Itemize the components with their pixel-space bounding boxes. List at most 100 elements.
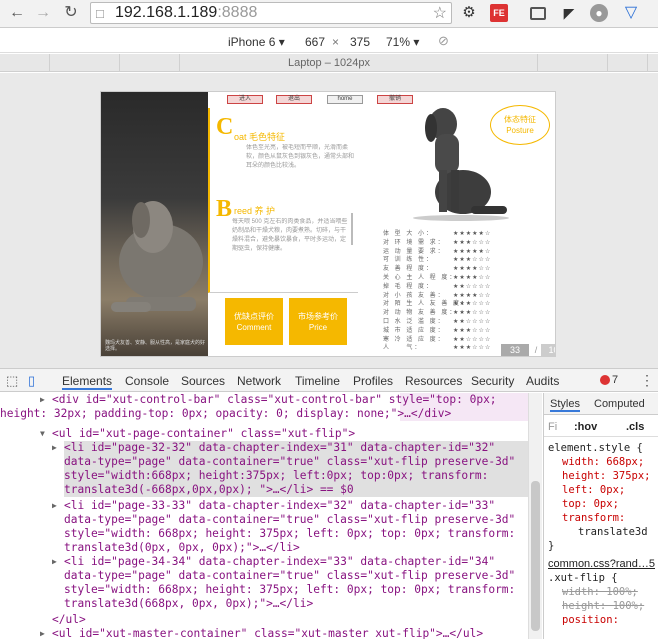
expand-arrow-icon[interactable]: ▶ [52, 555, 57, 569]
tab-elements[interactable]: Elements [62, 374, 113, 390]
gear-icon[interactable]: ⚙ [460, 4, 478, 22]
tab-profiles[interactable]: Profiles [353, 374, 393, 388]
expand-arrow-icon[interactable]: ▶ [52, 441, 57, 455]
trait-stars: ★★★☆☆☆ [453, 239, 492, 246]
viewport-height[interactable]: 375 [350, 35, 370, 49]
more-menu-icon[interactable]: ⋮ [640, 372, 654, 389]
dom-node-line[interactable]: translate3d(0px, 0px, 0px);">…</li> [64, 541, 300, 555]
tab-resources[interactable]: Resources [405, 374, 462, 388]
style-prop-overridden[interactable]: height: 100%; [548, 599, 655, 613]
tab-timeline[interactable]: Timeline [295, 374, 340, 388]
devtools-tabbar: ⬚ ▯ Elements Console Sources Network Timelin… [0, 368, 658, 392]
home-button[interactable]: home [327, 95, 363, 104]
expand-arrow-icon[interactable]: ▶ [40, 393, 45, 407]
tab-audits[interactable]: Audits [526, 374, 559, 388]
trait-stars: ★★☆☆☆☆ [453, 318, 492, 325]
style-prop[interactable]: left: 0px; [548, 483, 655, 497]
dom-node-line[interactable]: data-type="page" data-container="true" c… [64, 455, 528, 470]
viewport-width[interactable]: 667 [305, 35, 325, 49]
fe-extension-icon[interactable]: FE [490, 4, 508, 22]
cast-icon[interactable] [530, 7, 546, 20]
tab-computed[interactable]: Computed [594, 398, 645, 410]
tab-network[interactable]: Network [237, 374, 281, 388]
back-icon[interactable]: ← [8, 4, 26, 22]
browser-toolbar: ← → ↻ □ 192.168.1.189:8888 ☆ ⚙ FE ◤ ● ▽ [0, 0, 658, 28]
inspect-icon[interactable]: ⬚ [6, 373, 18, 389]
trait-stars: ★★☆☆☆☆ [453, 336, 492, 343]
zoom-select[interactable]: 71% ▾ [386, 35, 419, 49]
device-select[interactable]: iPhone 6 ▾ [228, 35, 285, 49]
url-text: 192.168.1.189:8888 [115, 4, 258, 21]
style-prop[interactable]: top: 0px; [548, 497, 655, 511]
exit-button[interactable]: 退出 [276, 95, 312, 104]
filter-input[interactable]: Fi [548, 421, 557, 433]
text-scrollbar[interactable] [351, 213, 353, 245]
style-prop-overridden[interactable]: width: 100%; [548, 585, 655, 599]
tab-sources[interactable]: Sources [181, 374, 225, 388]
reload-icon[interactable]: ↻ [62, 4, 80, 22]
dom-node-line[interactable]: ▶ <div id="xut-control-bar" class="xut-co… [40, 393, 497, 407]
dom-line-text: translate3d(0px, 0px, 0px);">…</li> [64, 541, 300, 554]
enter-button[interactable]: 进入 [227, 95, 263, 104]
dom-node-line[interactable]: style="width:668px; height:375px; left:0… [64, 469, 528, 484]
address-bar[interactable]: □ 192.168.1.189:8888 ☆ [90, 2, 452, 24]
phone-icon[interactable]: ◤ [560, 4, 578, 22]
expand-arrow-icon[interactable]: ▶ [40, 627, 45, 639]
photo-caption: 魏玛犬友善、安静、服从性高，是家庭犬的好选择。 [105, 340, 206, 352]
dom-node-line[interactable]: height: 32px; padding-top: 0px; opacity:… [0, 407, 451, 421]
dom-line-text: data-type="page" data-container="true" c… [64, 513, 516, 526]
price-button[interactable]: 市场参考价 Price [289, 298, 347, 345]
expand-arrow-icon[interactable]: ▶ [52, 499, 57, 513]
forward-icon[interactable]: → [34, 4, 52, 22]
cls-toggle[interactable]: .cls [626, 421, 644, 433]
dog-lying-photo: 魏玛犬友善、安静、服从性高，是家庭犬的好选择。 [101, 92, 208, 356]
dom-node-line[interactable]: style="width: 668px; height: 375px; left… [64, 583, 515, 597]
dom-node-line[interactable]: translate3d(-668px,0px,0px); ">…</li> ==… [64, 483, 528, 498]
scroll-thumb[interactable] [531, 481, 540, 631]
dog-lying-illustration [111, 201, 203, 312]
style-prop[interactable]: position: [548, 613, 655, 627]
rotate-disabled-icon[interactable]: ⊘ [438, 33, 449, 49]
tab-security[interactable]: Security [471, 374, 514, 388]
hov-toggle[interactable]: :hov [574, 421, 597, 433]
traits-table: 体 型 大 小： ★★★★★☆ 对 环 境 需 求： ★★★☆☆☆ 运 动 量 要 求：… [383, 230, 553, 353]
shield-icon[interactable]: ▽ [622, 4, 640, 22]
dom-node-line[interactable]: ▶ <li id="page-34-34" data-chapter-index=… [52, 555, 495, 569]
dom-tree[interactable]: ▶ <div id="xut-control-bar" class="xut-co… [0, 393, 528, 639]
tab-console[interactable]: Console [125, 374, 169, 388]
style-prop[interactable]: transform: [548, 511, 655, 525]
dom-node-line[interactable]: ▶ <ul id="xut-master-container" class="xu… [40, 627, 483, 639]
dom-node-line[interactable]: data-type="page" data-container="true" c… [64, 569, 515, 583]
device-mode-icon[interactable]: ▯ [28, 373, 35, 389]
bookmark-star-icon[interactable]: ☆ [433, 3, 447, 23]
dom-line-text: style="width: 668px; height: 375px; left… [64, 527, 516, 540]
dom-node-line[interactable]: ▼ <ul id="xut-page-container" class="xut-… [40, 427, 355, 441]
trait-row: 对 陌 生 人 友 善 度： ★★★☆☆☆ [383, 300, 553, 309]
media-query-bar[interactable]: Laptop – 1024px [0, 54, 658, 72]
style-prop[interactable]: height: 375px; [548, 469, 655, 483]
total-pages: 107 [541, 344, 555, 356]
vpn-icon[interactable]: ● [590, 4, 608, 22]
style-prop[interactable]: width: 668px; [548, 455, 655, 469]
trait-label: 对 小 孩 友 善： [383, 292, 446, 299]
trait-stars: ★★★☆☆☆ [453, 327, 492, 334]
expand-arrow-icon[interactable]: ▼ [40, 427, 45, 441]
dom-node-selected[interactable]: ▶ <li id="page-32-32" data-chapter-index=… [52, 441, 528, 456]
dom-node-line[interactable]: data-type="page" data-container="true" c… [64, 513, 515, 527]
stylesheet-link[interactable]: common.css?rand…5 [548, 557, 655, 571]
posture-bubble[interactable]: 体态特征 Posture [490, 105, 550, 145]
comment-button[interactable]: 优缺点评价 Comment [225, 298, 283, 345]
dom-node-line[interactable]: ▶ <li id="page-33-33" data-chapter-index=… [52, 499, 496, 513]
dom-node-line[interactable]: </ul> [52, 613, 86, 627]
dom-scrollbar[interactable] [528, 393, 542, 639]
trait-label: 对 动 物 友 善 度： [383, 310, 458, 317]
dom-node-line[interactable]: translate3d(668px, 0px, 0px);">…</li> [64, 597, 313, 611]
dom-node-line[interactable]: style="width: 668px; height: 375px; left… [64, 527, 515, 541]
dropcap-c: C [216, 114, 234, 140]
tab-styles[interactable]: Styles [550, 398, 580, 412]
style-value[interactable]: translate3d [548, 525, 655, 539]
error-count[interactable]: 7 [612, 374, 618, 386]
dom-line-text: <li id="page-33-33" data-chapter-index="… [64, 499, 496, 512]
trait-label: 城 市 适 应 度： [383, 327, 446, 334]
trait-row: 体 型 大 小： ★★★★★☆ [383, 230, 553, 239]
